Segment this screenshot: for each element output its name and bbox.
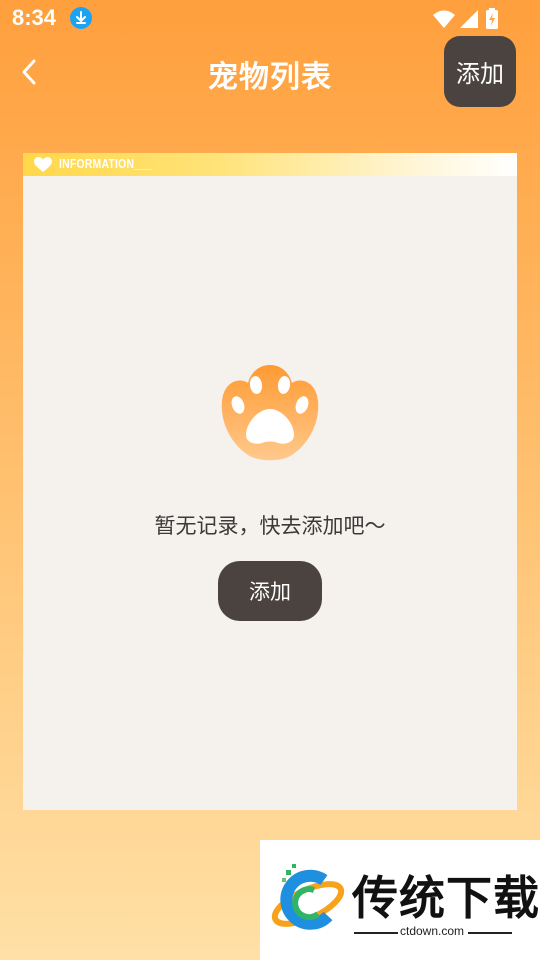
strip-label: INFORMATION___ (59, 156, 153, 171)
watermark-title: 传统下载 (352, 871, 540, 925)
add-pet-button[interactable]: 添加 (218, 561, 322, 621)
app-header: 宠物列表 添加 (0, 36, 540, 110)
download-badge-icon (70, 7, 92, 29)
signal-icon (460, 10, 478, 28)
watermark: 传统下载 ctdown.com (260, 840, 540, 960)
wifi-icon (433, 10, 455, 28)
header-add-button[interactable]: 添加 (444, 36, 516, 107)
watermark-line-left (354, 932, 398, 934)
empty-state-text: 暂无记录，快去添加吧～ (154, 514, 386, 538)
status-time: 8:34 (12, 5, 57, 30)
status-bar: 8:34 (0, 0, 540, 36)
paw-icon (221, 365, 319, 461)
information-strip: INFORMATION___ (23, 153, 517, 176)
status-icons (432, 8, 502, 35)
site-logo-icon (271, 864, 345, 930)
pet-list-card: INFORMATION___ 暂无记录，快去添加吧～ 添加 (23, 153, 517, 810)
battery-charging-icon (486, 8, 498, 29)
watermark-line-right (468, 932, 512, 934)
heart-icon (34, 157, 52, 172)
watermark-url: ctdown.com (400, 924, 465, 938)
